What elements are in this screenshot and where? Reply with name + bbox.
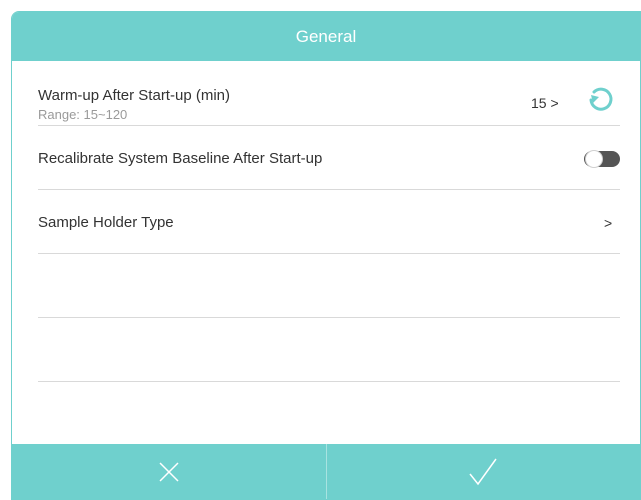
empty-row [38, 254, 620, 318]
warmup-row[interactable]: Warm-up After Start-up (min) Range: 15~1… [38, 72, 620, 126]
sample-holder-row[interactable]: Sample Holder Type > [38, 190, 620, 254]
cancel-button[interactable] [12, 444, 326, 499]
confirm-button[interactable] [327, 444, 641, 499]
chevron-right-icon: > [604, 215, 613, 231]
dialog-header: General [12, 12, 640, 61]
sample-holder-label: Sample Holder Type [38, 214, 174, 231]
recalibrate-row: Recalibrate System Baseline After Start-… [38, 126, 620, 190]
check-icon [469, 458, 497, 485]
warmup-range: Range: 15~120 [38, 107, 128, 122]
warmup-label: Warm-up After Start-up (min) [38, 87, 230, 104]
close-icon [159, 461, 179, 482]
empty-row [38, 318, 620, 382]
recalibrate-toggle[interactable] [584, 150, 620, 168]
refresh-icon[interactable] [585, 84, 615, 114]
dialog-footer [12, 444, 640, 499]
warmup-value[interactable]: 15 > [531, 95, 559, 111]
toggle-knob [585, 150, 603, 168]
settings-dialog: General Warm-up After Start-up (min) Ran… [11, 11, 641, 500]
dialog-title: General [295, 26, 357, 46]
recalibrate-label: Recalibrate System Baseline After Start-… [38, 150, 323, 167]
